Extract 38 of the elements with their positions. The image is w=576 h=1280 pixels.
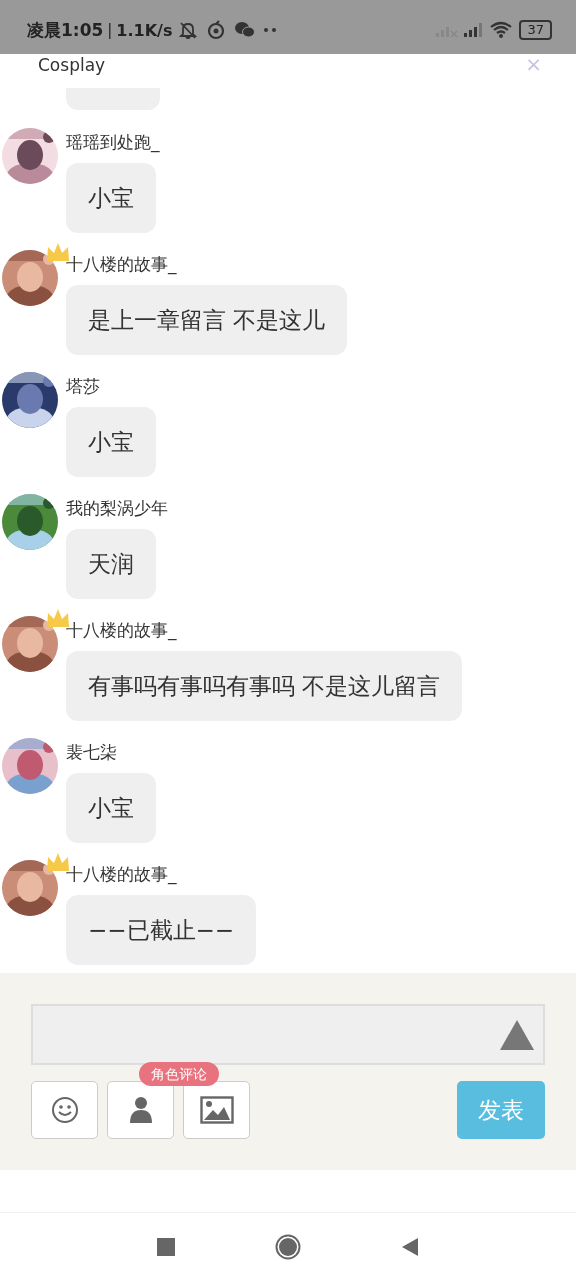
recent-apps-icon[interactable] <box>157 1237 175 1256</box>
status-separator: | <box>107 21 113 39</box>
battery-indicator: 37 <box>519 20 552 40</box>
role-button[interactable] <box>107 1081 174 1139</box>
user-name: 十八楼的故事_ <box>66 253 177 275</box>
user-name: 塔莎 <box>66 375 100 397</box>
chat-bubbles-icon <box>234 20 257 40</box>
message-bubble: 小宝 <box>66 163 156 233</box>
user-name: 裴七柒 <box>66 741 117 763</box>
send-button[interactable]: 发表 <box>457 1081 545 1139</box>
message-bubble: 是上一章留言 不是这儿 <box>66 285 348 355</box>
image-button[interactable] <box>183 1081 250 1139</box>
wifi-icon <box>489 21 514 39</box>
swirl-icon <box>206 20 227 40</box>
message-bubble: 有事吗有事吗有事吗 不是这儿留言 <box>66 651 463 721</box>
person-icon <box>128 1096 153 1124</box>
message-bubble: 小宝 <box>66 773 156 843</box>
user-name: 十八楼的故事_ <box>66 619 177 641</box>
page-title: Cosplay <box>38 55 106 75</box>
emoji-button[interactable] <box>31 1081 98 1139</box>
status-time: 凌晨1:05 <box>27 18 104 42</box>
user-name: 十八楼的故事_ <box>66 863 177 885</box>
network-speed: 1.1K/s <box>116 20 173 40</box>
image-icon <box>199 1096 234 1124</box>
more-dots-icon <box>264 28 277 32</box>
muted-bell-icon <box>178 20 199 40</box>
expand-triangle-icon[interactable] <box>499 1018 535 1051</box>
home-icon[interactable] <box>275 1233 301 1260</box>
user-name: 我的梨涡少年 <box>66 497 168 519</box>
smiley-icon <box>50 1096 79 1124</box>
role-comment-tooltip: 角色评论 <box>139 1062 219 1086</box>
back-icon[interactable] <box>401 1236 419 1257</box>
comment-input-field[interactable] <box>31 1004 545 1065</box>
close-button[interactable]: × <box>525 54 542 74</box>
message-bubble: 天润 <box>66 529 156 599</box>
user-name: 瑶瑶到处跑_ <box>66 131 160 153</box>
message-bubble: −−已截止−− <box>66 895 257 965</box>
message-bubble: 小宝 <box>66 407 156 477</box>
